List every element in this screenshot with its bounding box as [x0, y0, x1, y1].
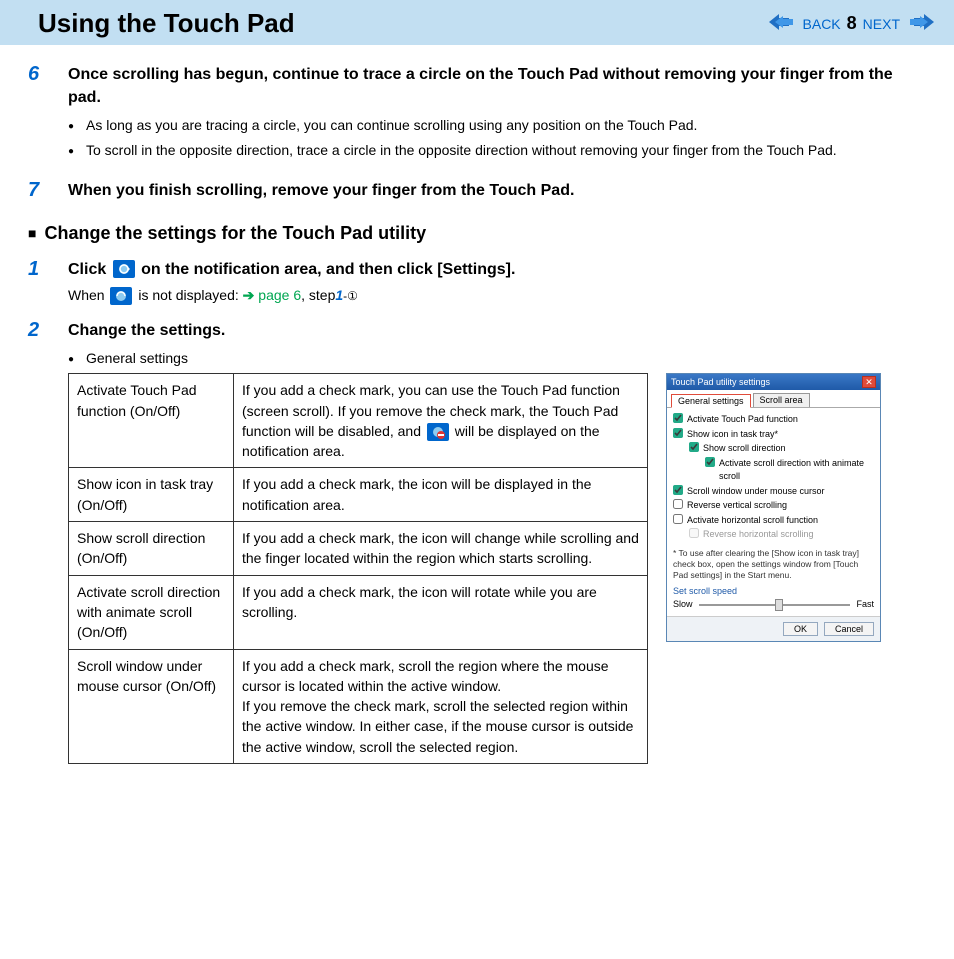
- step-7: 7 When you finish scrolling, remove your…: [28, 179, 926, 202]
- slider-slow-label: Slow: [673, 598, 693, 612]
- next-arrow-icon[interactable]: [906, 14, 934, 33]
- step-6: 6 Once scrolling has begun, continue to …: [28, 63, 926, 165]
- touchpad-disabled-icon: [427, 423, 449, 441]
- back-link[interactable]: BACK: [803, 16, 841, 32]
- table-row: Show icon in task tray (On/Off) If you a…: [69, 468, 648, 522]
- step-heading: Once scrolling has begun, continue to tr…: [68, 63, 926, 109]
- table-row: Activate scroll direction with animate s…: [69, 575, 648, 649]
- ok-button[interactable]: OK: [783, 622, 818, 636]
- bullet: General settings: [86, 348, 926, 369]
- back-arrow-icon[interactable]: [769, 14, 797, 33]
- step-number: 6: [28, 63, 46, 165]
- scroll-speed-group: Set scroll speed Slow Fast: [673, 585, 874, 612]
- setting-desc: If you add a check mark, scroll the regi…: [234, 649, 648, 763]
- checkbox-horizontal-scroll[interactable]: Activate horizontal scroll function: [673, 514, 874, 528]
- page-title: Using the Touch Pad: [28, 8, 295, 39]
- checkbox-reverse-horizontal: Reverse horizontal scrolling: [689, 528, 874, 542]
- checkbox-show-icon[interactable]: Show icon in task tray*: [673, 428, 874, 442]
- settings-dialog: Touch Pad utility settings ✕ General set…: [666, 373, 881, 642]
- setting-name: Activate scroll direction with animate s…: [69, 575, 234, 649]
- checkbox-animate-scroll[interactable]: Activate scroll direction with animate s…: [705, 457, 874, 484]
- setting-desc: If you add a check mark, you can use the…: [234, 374, 648, 468]
- table-row: Scroll window under mouse cursor (On/Off…: [69, 649, 648, 763]
- setting-name: Activate Touch Pad function (On/Off): [69, 374, 234, 468]
- checkbox-scroll-under-cursor[interactable]: Scroll window under mouse cursor: [673, 485, 874, 499]
- dialog-note: * To use after clearing the [Show icon i…: [673, 548, 874, 581]
- header-bar: Using the Touch Pad BACK 8 NEXT: [0, 0, 954, 45]
- step-1: 1 Click on the notification area, and th…: [28, 258, 926, 305]
- slider-fast-label: Fast: [856, 598, 874, 612]
- bullet: As long as you are tracing a circle, you…: [86, 115, 926, 136]
- checkbox-activate-function[interactable]: Activate Touch Pad function: [673, 413, 874, 427]
- step-heading: When you finish scrolling, remove your f…: [68, 179, 926, 202]
- setting-desc: If you add a check mark, the icon will r…: [234, 575, 648, 649]
- text: Click: [68, 261, 111, 278]
- touchpad-tray-icon: [113, 260, 135, 278]
- close-icon[interactable]: ✕: [862, 376, 876, 388]
- step-ref: 1: [335, 287, 343, 303]
- bullet: To scroll in the opposite direction, tra…: [86, 140, 926, 161]
- step-heading: Change the settings.: [68, 319, 926, 342]
- tab-general[interactable]: General settings: [671, 394, 751, 408]
- table-row: Activate Touch Pad function (On/Off) If …: [69, 374, 648, 468]
- step-note: When is not displayed: ➔ page 6, step1-①: [68, 287, 926, 305]
- step-number: 2: [28, 319, 46, 764]
- slider-label: Set scroll speed: [673, 585, 874, 599]
- setting-name: Show scroll direction (On/Off): [69, 522, 234, 576]
- settings-table: Activate Touch Pad function (On/Off) If …: [68, 373, 648, 764]
- text: When: [68, 287, 108, 303]
- text: on the notification area, and then click…: [141, 261, 515, 278]
- sub-ref: -①: [343, 289, 358, 303]
- reference-arrow-icon: ➔: [243, 287, 255, 303]
- nav-cluster: BACK 8 NEXT: [769, 13, 934, 34]
- step-2: 2 Change the settings. General settings …: [28, 319, 926, 764]
- scroll-speed-slider[interactable]: [699, 604, 851, 606]
- dialog-titlebar: Touch Pad utility settings ✕: [667, 374, 880, 390]
- step-number: 1: [28, 258, 46, 305]
- checkbox-show-scroll-dir[interactable]: Show scroll direction: [689, 442, 874, 456]
- section-heading-text: Change the settings for the Touch Pad ut…: [44, 223, 426, 244]
- content: 6 Once scrolling has begun, continue to …: [0, 45, 954, 818]
- tab-scroll-area[interactable]: Scroll area: [753, 393, 810, 407]
- checkbox-reverse-vertical[interactable]: Reverse vertical scrolling: [673, 499, 874, 513]
- setting-desc: If you add a check mark, the icon will b…: [234, 468, 648, 522]
- setting-desc: If you add a check mark, the icon will c…: [234, 522, 648, 576]
- text: , step: [301, 287, 335, 303]
- table-row: Show scroll direction (On/Off) If you ad…: [69, 522, 648, 576]
- step-heading: Click on the notification area, and then…: [68, 258, 926, 281]
- section-heading: Change the settings for the Touch Pad ut…: [28, 223, 926, 244]
- page-reference-link[interactable]: page 6: [258, 287, 301, 303]
- setting-name: Show icon in task tray (On/Off): [69, 468, 234, 522]
- step-number: 7: [28, 179, 46, 202]
- setting-name: Scroll window under mouse cursor (On/Off…: [69, 649, 234, 763]
- dialog-title: Touch Pad utility settings: [671, 377, 770, 387]
- touchpad-tray-icon: [110, 287, 132, 305]
- text: is not displayed:: [138, 287, 238, 303]
- page-number: 8: [847, 13, 857, 34]
- next-link[interactable]: NEXT: [863, 16, 900, 32]
- cancel-button[interactable]: Cancel: [824, 622, 874, 636]
